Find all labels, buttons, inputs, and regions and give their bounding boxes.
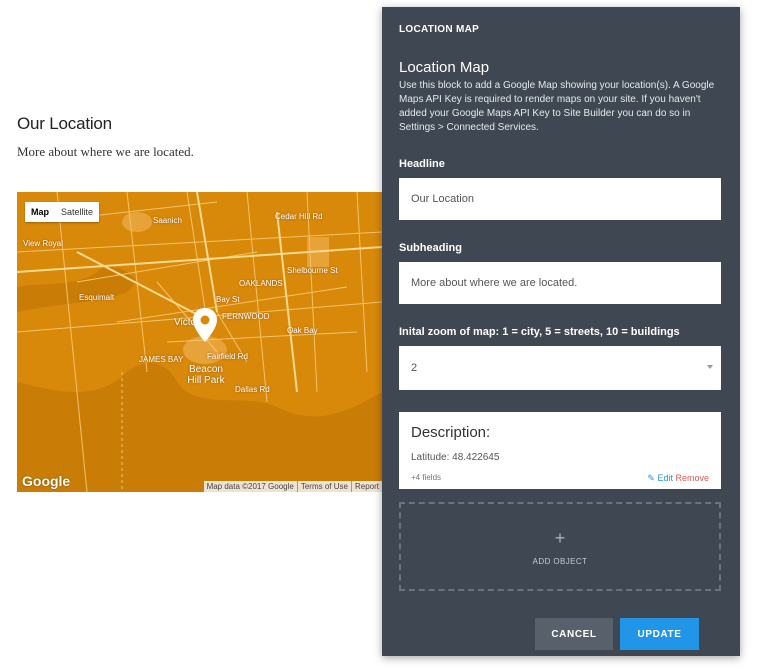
subheading-label: Subheading: [399, 242, 462, 254]
report-link[interactable]: Report: [350, 481, 382, 492]
map-label-oak-bay: Oak Bay: [287, 326, 318, 335]
card-title: Description:: [411, 424, 491, 441]
map-roads: [17, 192, 382, 492]
block-description: Use this block to add a Google Map showi…: [399, 80, 715, 133]
map-label-cedar-hill: Cedar Hill Rd: [275, 212, 323, 221]
map-label-oaklands: OAKLANDS: [239, 279, 283, 288]
satellite-view-button[interactable]: Satellite: [55, 202, 99, 222]
map-label-fernwood: FERNWOOD: [222, 312, 270, 321]
terms-of-use-link[interactable]: Terms of Use: [296, 481, 351, 492]
map-label-esquimalt: Esquimalt: [79, 293, 115, 302]
edit-link[interactable]: ✎ Edit: [647, 473, 673, 484]
page-subtitle: More about where we are located.: [17, 144, 194, 159]
map-label-saanich: Saanich: [153, 216, 182, 225]
map-label-dallas: Dallas Rd: [235, 385, 270, 394]
headline-label: Headline: [399, 158, 445, 170]
card-latitude: Latitude: 48.422645: [411, 452, 500, 463]
map-label-view-royal: View Royal: [23, 239, 63, 248]
add-object-label: ADD OBJECT: [532, 557, 588, 566]
map-label-james-bay: JAMES BAY: [139, 355, 184, 364]
zoom-select[interactable]: 2: [399, 346, 721, 390]
subheading-input[interactable]: More about where we are located.: [399, 262, 721, 304]
location-map-panel: LOCATION MAP Location Map Use this block…: [382, 7, 740, 656]
map-embed[interactable]: Map Satellite Saanich View Royal Esquima…: [17, 192, 382, 492]
map-label-shelbourne: Shelbourne St: [287, 266, 338, 275]
edit-label: Edit: [657, 473, 673, 483]
map-label-bay-st: Bay St: [216, 295, 240, 304]
plus-icon: +: [554, 528, 566, 548]
map-label-beacon-hill: Beacon Hill Park: [187, 364, 225, 386]
add-object-button[interactable]: + ADD OBJECT: [399, 502, 721, 591]
map-label-fairfield: Fairfield Rd: [207, 352, 248, 361]
zoom-label: Inital zoom of map: 1 = city, 5 = street…: [399, 326, 680, 338]
block-title: Location Map: [399, 59, 490, 76]
map-data-credit: Map data ©2017 Google: [206, 482, 294, 491]
remove-link[interactable]: Remove: [675, 473, 709, 483]
update-button[interactable]: UPDATE: [620, 618, 699, 650]
map-footer: Map data ©2017 Google Terms of Use Repor…: [203, 481, 382, 492]
page-title: Our Location: [17, 114, 112, 133]
panel-header: LOCATION MAP: [399, 24, 480, 35]
google-logo: Google: [22, 473, 71, 489]
map-type-toggle[interactable]: Map Satellite: [25, 202, 100, 222]
card-fields-count: +4 fields: [411, 473, 442, 482]
map-view-button[interactable]: Map: [25, 202, 55, 222]
cancel-button[interactable]: CANCEL: [535, 618, 613, 650]
zoom-select-value: 2: [411, 362, 418, 374]
chevron-down-icon: [707, 365, 713, 369]
description-object-card: Description: Latitude: 48.422645 +4 fiel…: [399, 412, 721, 489]
location-pin-icon[interactable]: [193, 308, 217, 342]
headline-input[interactable]: Our Location: [399, 178, 721, 220]
pencil-icon: ✎: [647, 473, 655, 483]
